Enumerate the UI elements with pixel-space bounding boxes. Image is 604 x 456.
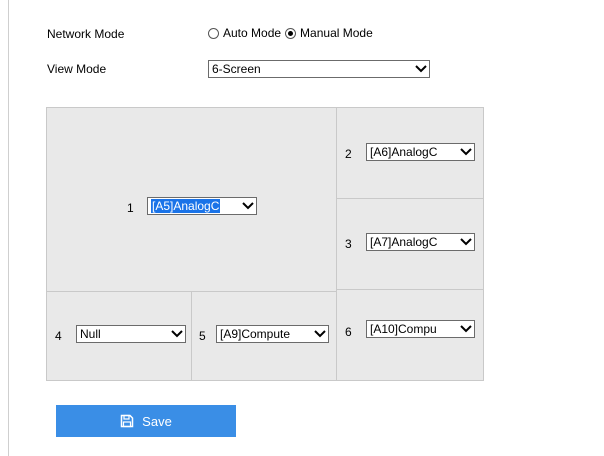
view-mode-select[interactable]: 6-Screen: [208, 60, 430, 78]
chevron-down-icon: [169, 326, 185, 342]
auto-mode-radio[interactable]: [208, 27, 219, 39]
network-mode-label: Network Mode: [47, 27, 125, 41]
network-mode-radio-group: Auto Mode Manual Mode: [208, 26, 377, 40]
manual-mode-label[interactable]: Manual Mode: [300, 26, 373, 40]
cell-4-value: Null: [80, 327, 101, 341]
manual-mode-radio[interactable]: [285, 27, 297, 39]
chevron-down-icon: [458, 234, 474, 250]
cell-1-select[interactable]: [A5]AnalogC: [147, 197, 257, 215]
chevron-down-icon: [312, 326, 328, 342]
cell-5-select[interactable]: [A9]Compute: [216, 325, 329, 343]
save-icon: [120, 414, 134, 428]
view-mode-label: View Mode: [47, 62, 107, 76]
save-button[interactable]: Save: [56, 405, 236, 437]
view-mode-value: 6-Screen: [212, 62, 261, 76]
cell-1-value: [A5]AnalogC: [151, 199, 221, 213]
cell-4-number: 4: [55, 329, 62, 343]
chevron-down-icon: [413, 61, 429, 77]
cell-6-value: [A10]Compu: [370, 322, 437, 336]
cell-4-select[interactable]: Null: [76, 325, 186, 343]
cell-2-value: [A6]AnalogC: [370, 145, 438, 159]
cell-6-number: 6: [345, 325, 352, 339]
cell-3-select[interactable]: [A7]AnalogC: [366, 233, 475, 251]
chevron-down-icon: [458, 321, 474, 337]
cell-2-select[interactable]: [A6]AnalogC: [366, 143, 475, 161]
cell-3-number: 3: [345, 237, 352, 251]
cell-6-select[interactable]: [A10]Compu: [366, 320, 475, 338]
chevron-down-icon: [458, 144, 474, 160]
auto-mode-label[interactable]: Auto Mode: [223, 26, 281, 40]
cell-5-value: [A9]Compute: [220, 327, 291, 341]
cell-2-number: 2: [345, 147, 352, 161]
chevron-down-icon: [240, 198, 256, 214]
cell-3-value: [A7]AnalogC: [370, 235, 438, 249]
cell-5-number: 5: [199, 329, 206, 343]
save-label: Save: [142, 413, 172, 429]
cell-1-number: 1: [127, 201, 134, 215]
